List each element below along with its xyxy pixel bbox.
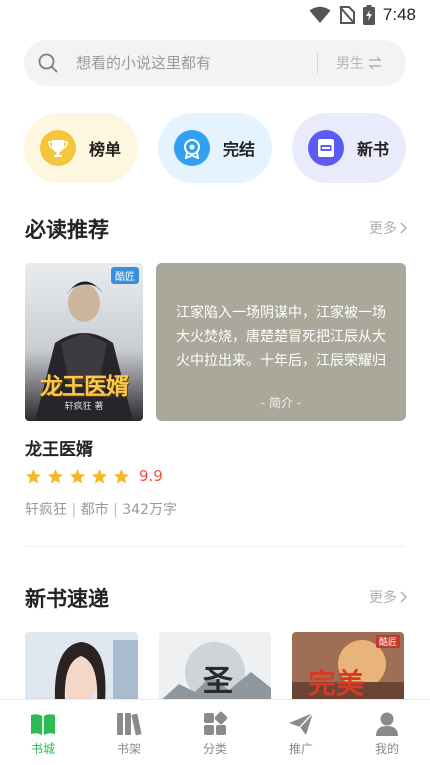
- intro-label: - 简介 -: [260, 396, 302, 410]
- book-cover-featured[interactable]: 酷匠 龙王医婿 轩疯狂 著: [25, 263, 143, 421]
- section-title-new-books: 新书速递: [25, 586, 109, 611]
- bookshelf-icon: [117, 713, 142, 736]
- nav-label: 书城: [30, 742, 55, 756]
- nav-label: 我的: [374, 742, 399, 756]
- nav-item-promotion[interactable]: 推广: [258, 700, 344, 765]
- search-divider: [317, 52, 318, 74]
- star-icon: [114, 468, 129, 483]
- cover-art: [25, 632, 138, 702]
- rating-score: 9.9: [139, 467, 163, 485]
- nav-label: 推广: [288, 742, 313, 756]
- cover-title: 完美: [308, 667, 365, 700]
- nav-label: 分类: [202, 742, 227, 756]
- more-label: 更多: [369, 221, 397, 237]
- section-title-must-read: 必读推荐: [25, 217, 109, 242]
- search-bar[interactable]: 男生: [24, 40, 406, 86]
- search-input[interactable]: [74, 53, 298, 73]
- book-category: 都市: [80, 502, 109, 518]
- more-label: 更多: [369, 590, 397, 606]
- more-link-new-books[interactable]: 更多: [369, 587, 408, 607]
- book-meta: 轩疯狂 | 都市 | 342万字: [25, 499, 177, 519]
- quick-entry-label: 榜单: [89, 140, 122, 159]
- cover-badge: 酷匠: [111, 267, 139, 284]
- chevron-right-icon: [400, 222, 408, 234]
- quick-entry-label: 新书: [357, 140, 390, 159]
- book-cover-new-2[interactable]: 圣: [159, 632, 271, 702]
- search-icon: [38, 53, 58, 73]
- battery-charging-icon: [362, 5, 375, 25]
- book-word-count: 342万字: [122, 502, 177, 518]
- quick-entry-new-books[interactable]: 新书: [292, 113, 406, 183]
- nav-item-book-city[interactable]: 书城: [0, 700, 86, 765]
- book-intro-text: 江家陷入一场阴谋中，江家被一场大火焚烧，唐楚楚冒死把江辰从大火中拉出来。十年后，…: [176, 305, 386, 369]
- meta-separator: |: [113, 502, 123, 518]
- book-cover-new-1[interactable]: [25, 632, 138, 702]
- wifi-icon: [309, 6, 331, 23]
- book-city-icon: [31, 714, 55, 735]
- star-icon: [92, 468, 107, 483]
- swap-icon: [368, 56, 382, 70]
- cover-title: 龙王医婿: [40, 373, 129, 400]
- book-title[interactable]: 龙王医婿: [25, 435, 93, 460]
- book-intro-card[interactable]: 江家陷入一场阴谋中，江家被一场大火焚烧，唐楚楚冒死把江辰从大火中拉出来。十年后，…: [156, 263, 406, 421]
- no-sim-icon: [339, 6, 355, 24]
- book-rating: 9.9: [25, 467, 163, 485]
- star-icon: [26, 468, 41, 483]
- more-link-must-read[interactable]: 更多: [369, 218, 408, 238]
- quick-entry-label: 完结: [223, 140, 256, 159]
- cover-badge: 酷匠: [375, 635, 400, 648]
- new-book-icon: [308, 130, 344, 166]
- bottom-nav: 书城 书架 分类 推广 我的: [0, 699, 430, 765]
- nav-label: 书架: [116, 742, 141, 756]
- meta-separator: |: [71, 502, 81, 518]
- category-icon: [204, 711, 228, 735]
- profile-icon: [376, 712, 398, 736]
- quick-entry-completed[interactable]: 完结: [158, 113, 272, 183]
- status-bar: 7:48: [0, 0, 430, 30]
- nav-item-bookshelf[interactable]: 书架: [86, 700, 172, 765]
- nav-item-category[interactable]: 分类: [172, 700, 258, 765]
- quick-entry-rankings[interactable]: 榜单: [24, 113, 138, 183]
- gender-label: 男生: [336, 56, 364, 72]
- book-cover-new-3[interactable]: 酷匠 完美: [292, 632, 404, 702]
- trophy-icon: [40, 130, 76, 166]
- star-icon: [70, 468, 85, 483]
- status-time: 7:48: [382, 5, 416, 24]
- nav-item-profile[interactable]: 我的: [344, 700, 430, 765]
- gender-switch-button[interactable]: 男生: [336, 53, 382, 73]
- badge-icon: [174, 130, 210, 166]
- section-divider: [25, 546, 405, 547]
- chevron-right-icon: [400, 591, 408, 603]
- star-icon: [48, 468, 63, 483]
- book-author: 轩疯狂: [25, 502, 67, 518]
- paper-plane-icon: [289, 712, 314, 735]
- cover-author: 轩疯狂 著: [64, 402, 104, 412]
- cover-title: 圣: [203, 664, 233, 699]
